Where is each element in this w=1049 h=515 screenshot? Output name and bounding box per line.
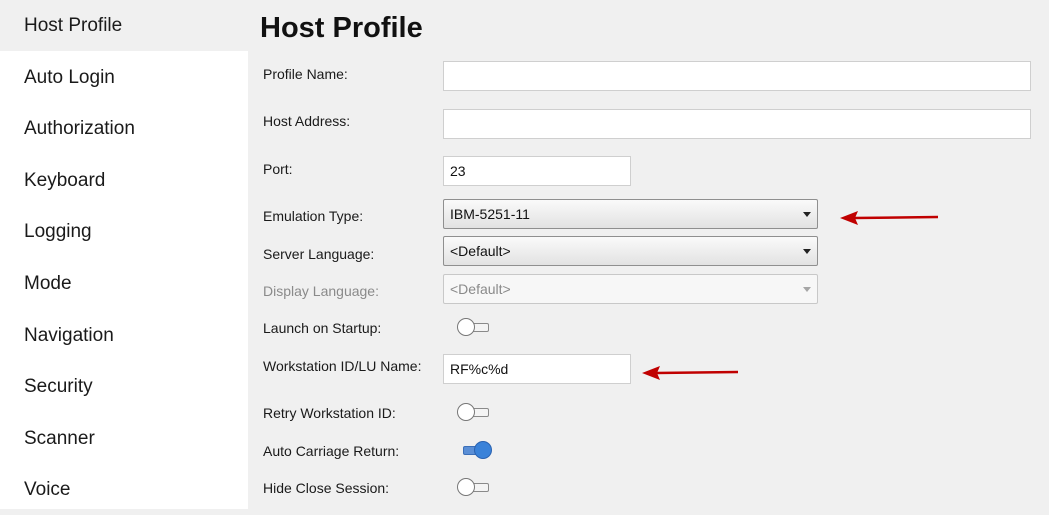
- launch-on-startup-label: Launch on Startup:: [263, 320, 382, 336]
- auto-carriage-return-label: Auto Carriage Return:: [263, 443, 400, 459]
- display-language-label: Display Language:: [263, 283, 379, 299]
- red-arrow-icon: [642, 366, 739, 380]
- sidebar-item-label: Scanner: [24, 427, 95, 449]
- profile-name-label: Profile Name:: [263, 66, 348, 82]
- server-language-select[interactable]: <Default>: [443, 236, 818, 266]
- retry-workstation-id-label: Retry Workstation ID:: [263, 405, 396, 421]
- hide-close-session-toggle[interactable]: [457, 478, 493, 498]
- toggle-knob: [457, 403, 475, 421]
- retry-workstation-id-toggle[interactable]: [457, 403, 493, 423]
- sidebar: Host Profile Auto Login Authorization Ke…: [0, 0, 248, 509]
- host-address-input[interactable]: [443, 109, 1031, 139]
- sidebar-item-security[interactable]: Security: [0, 361, 248, 412]
- display-language-select: <Default>: [443, 274, 818, 304]
- chevron-down-icon: [803, 287, 811, 292]
- emulation-type-value: IBM-5251-11: [450, 206, 530, 222]
- sidebar-item-keyboard[interactable]: Keyboard: [0, 155, 248, 206]
- server-language-value: <Default>: [450, 243, 511, 259]
- sidebar-item-authorization[interactable]: Authorization: [0, 103, 248, 154]
- sidebar-item-scanner[interactable]: Scanner: [0, 413, 248, 464]
- hide-close-session-label: Hide Close Session:: [263, 480, 390, 496]
- main-panel: Host Profile Profile Name: Host Address:…: [248, 0, 1049, 509]
- red-arrow-icon: [840, 211, 939, 225]
- sidebar-item-navigation[interactable]: Navigation: [0, 310, 248, 361]
- sidebar-item-auto-login[interactable]: Auto Login: [0, 52, 248, 103]
- sidebar-item-label: Logging: [24, 220, 92, 242]
- chevron-down-icon: [803, 212, 811, 217]
- sidebar-item-voice[interactable]: Voice: [0, 464, 248, 515]
- profile-name-input[interactable]: [443, 61, 1031, 91]
- toggle-knob: [474, 441, 492, 459]
- chevron-down-icon: [803, 249, 811, 254]
- workstation-id-label: Workstation ID/LU Name:: [263, 358, 422, 374]
- host-address-label: Host Address:: [263, 113, 351, 129]
- port-input[interactable]: [443, 156, 631, 186]
- sidebar-item-label: Navigation: [24, 324, 114, 346]
- sidebar-item-label: Authorization: [24, 117, 135, 139]
- sidebar-item-host-profile[interactable]: Host Profile: [0, 0, 248, 51]
- toggle-knob: [457, 478, 475, 496]
- sidebar-item-label: Security: [24, 375, 93, 397]
- sidebar-item-label: Host Profile: [24, 14, 123, 36]
- sidebar-item-logging[interactable]: Logging: [0, 206, 248, 257]
- sidebar-item-mode[interactable]: Mode: [0, 258, 248, 309]
- workstation-id-input[interactable]: [443, 354, 631, 384]
- page-title: Host Profile: [260, 12, 423, 44]
- emulation-type-label: Emulation Type:: [263, 208, 364, 224]
- sidebar-item-label: Auto Login: [24, 66, 115, 88]
- port-label: Port:: [263, 161, 293, 177]
- emulation-type-select[interactable]: IBM-5251-11: [443, 199, 818, 229]
- sidebar-item-label: Keyboard: [24, 169, 106, 191]
- display-language-value: <Default>: [450, 281, 511, 297]
- server-language-label: Server Language:: [263, 246, 375, 262]
- sidebar-item-label: Voice: [24, 478, 71, 500]
- auto-carriage-return-toggle[interactable]: [457, 441, 493, 461]
- sidebar-item-label: Mode: [24, 272, 72, 294]
- launch-on-startup-toggle[interactable]: [457, 318, 493, 338]
- toggle-knob: [457, 318, 475, 336]
